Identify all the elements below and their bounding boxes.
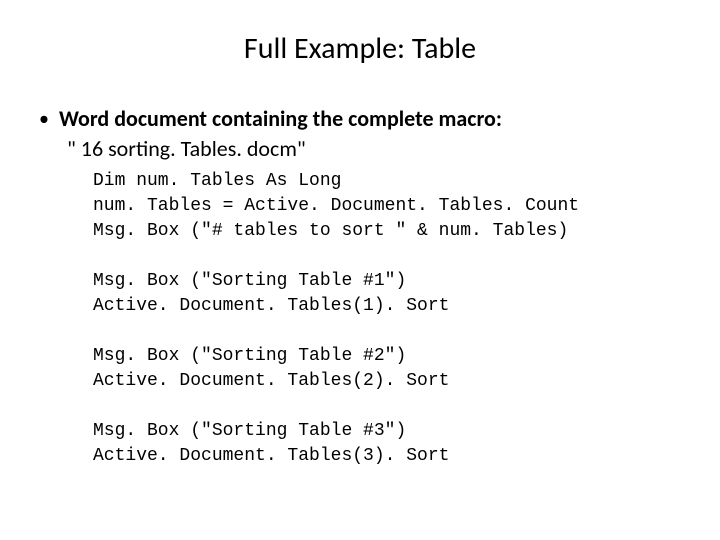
code-line: Active. Document. Tables(2). Sort bbox=[93, 369, 685, 394]
code-blank-line bbox=[93, 244, 685, 269]
code-line: Msg. Box ("Sorting Table #1") bbox=[93, 269, 685, 294]
code-blank-line bbox=[93, 319, 685, 344]
bullet-item: • Word document containing the complete … bbox=[35, 105, 685, 133]
code-line: Msg. Box ("# tables to sort " & num. Tab… bbox=[93, 219, 685, 244]
bullet-marker-icon: • bbox=[39, 105, 49, 133]
code-block: Dim num. Tables As Long num. Tables = Ac… bbox=[93, 169, 685, 469]
code-line: Msg. Box ("Sorting Table #2") bbox=[93, 344, 685, 369]
code-line: num. Tables = Active. Document. Tables. … bbox=[93, 194, 685, 219]
code-line: Msg. Box ("Sorting Table #3") bbox=[93, 419, 685, 444]
slide-title: Full Example: Table bbox=[35, 30, 685, 67]
code-line: Dim num. Tables As Long bbox=[93, 169, 685, 194]
bullet-filename: " 16 sorting. Tables. docm" bbox=[67, 135, 685, 163]
code-blank-line bbox=[93, 394, 685, 419]
code-line: Active. Document. Tables(3). Sort bbox=[93, 444, 685, 469]
code-line: Active. Document. Tables(1). Sort bbox=[93, 294, 685, 319]
bullet-heading: Word document containing the complete ma… bbox=[59, 105, 502, 133]
